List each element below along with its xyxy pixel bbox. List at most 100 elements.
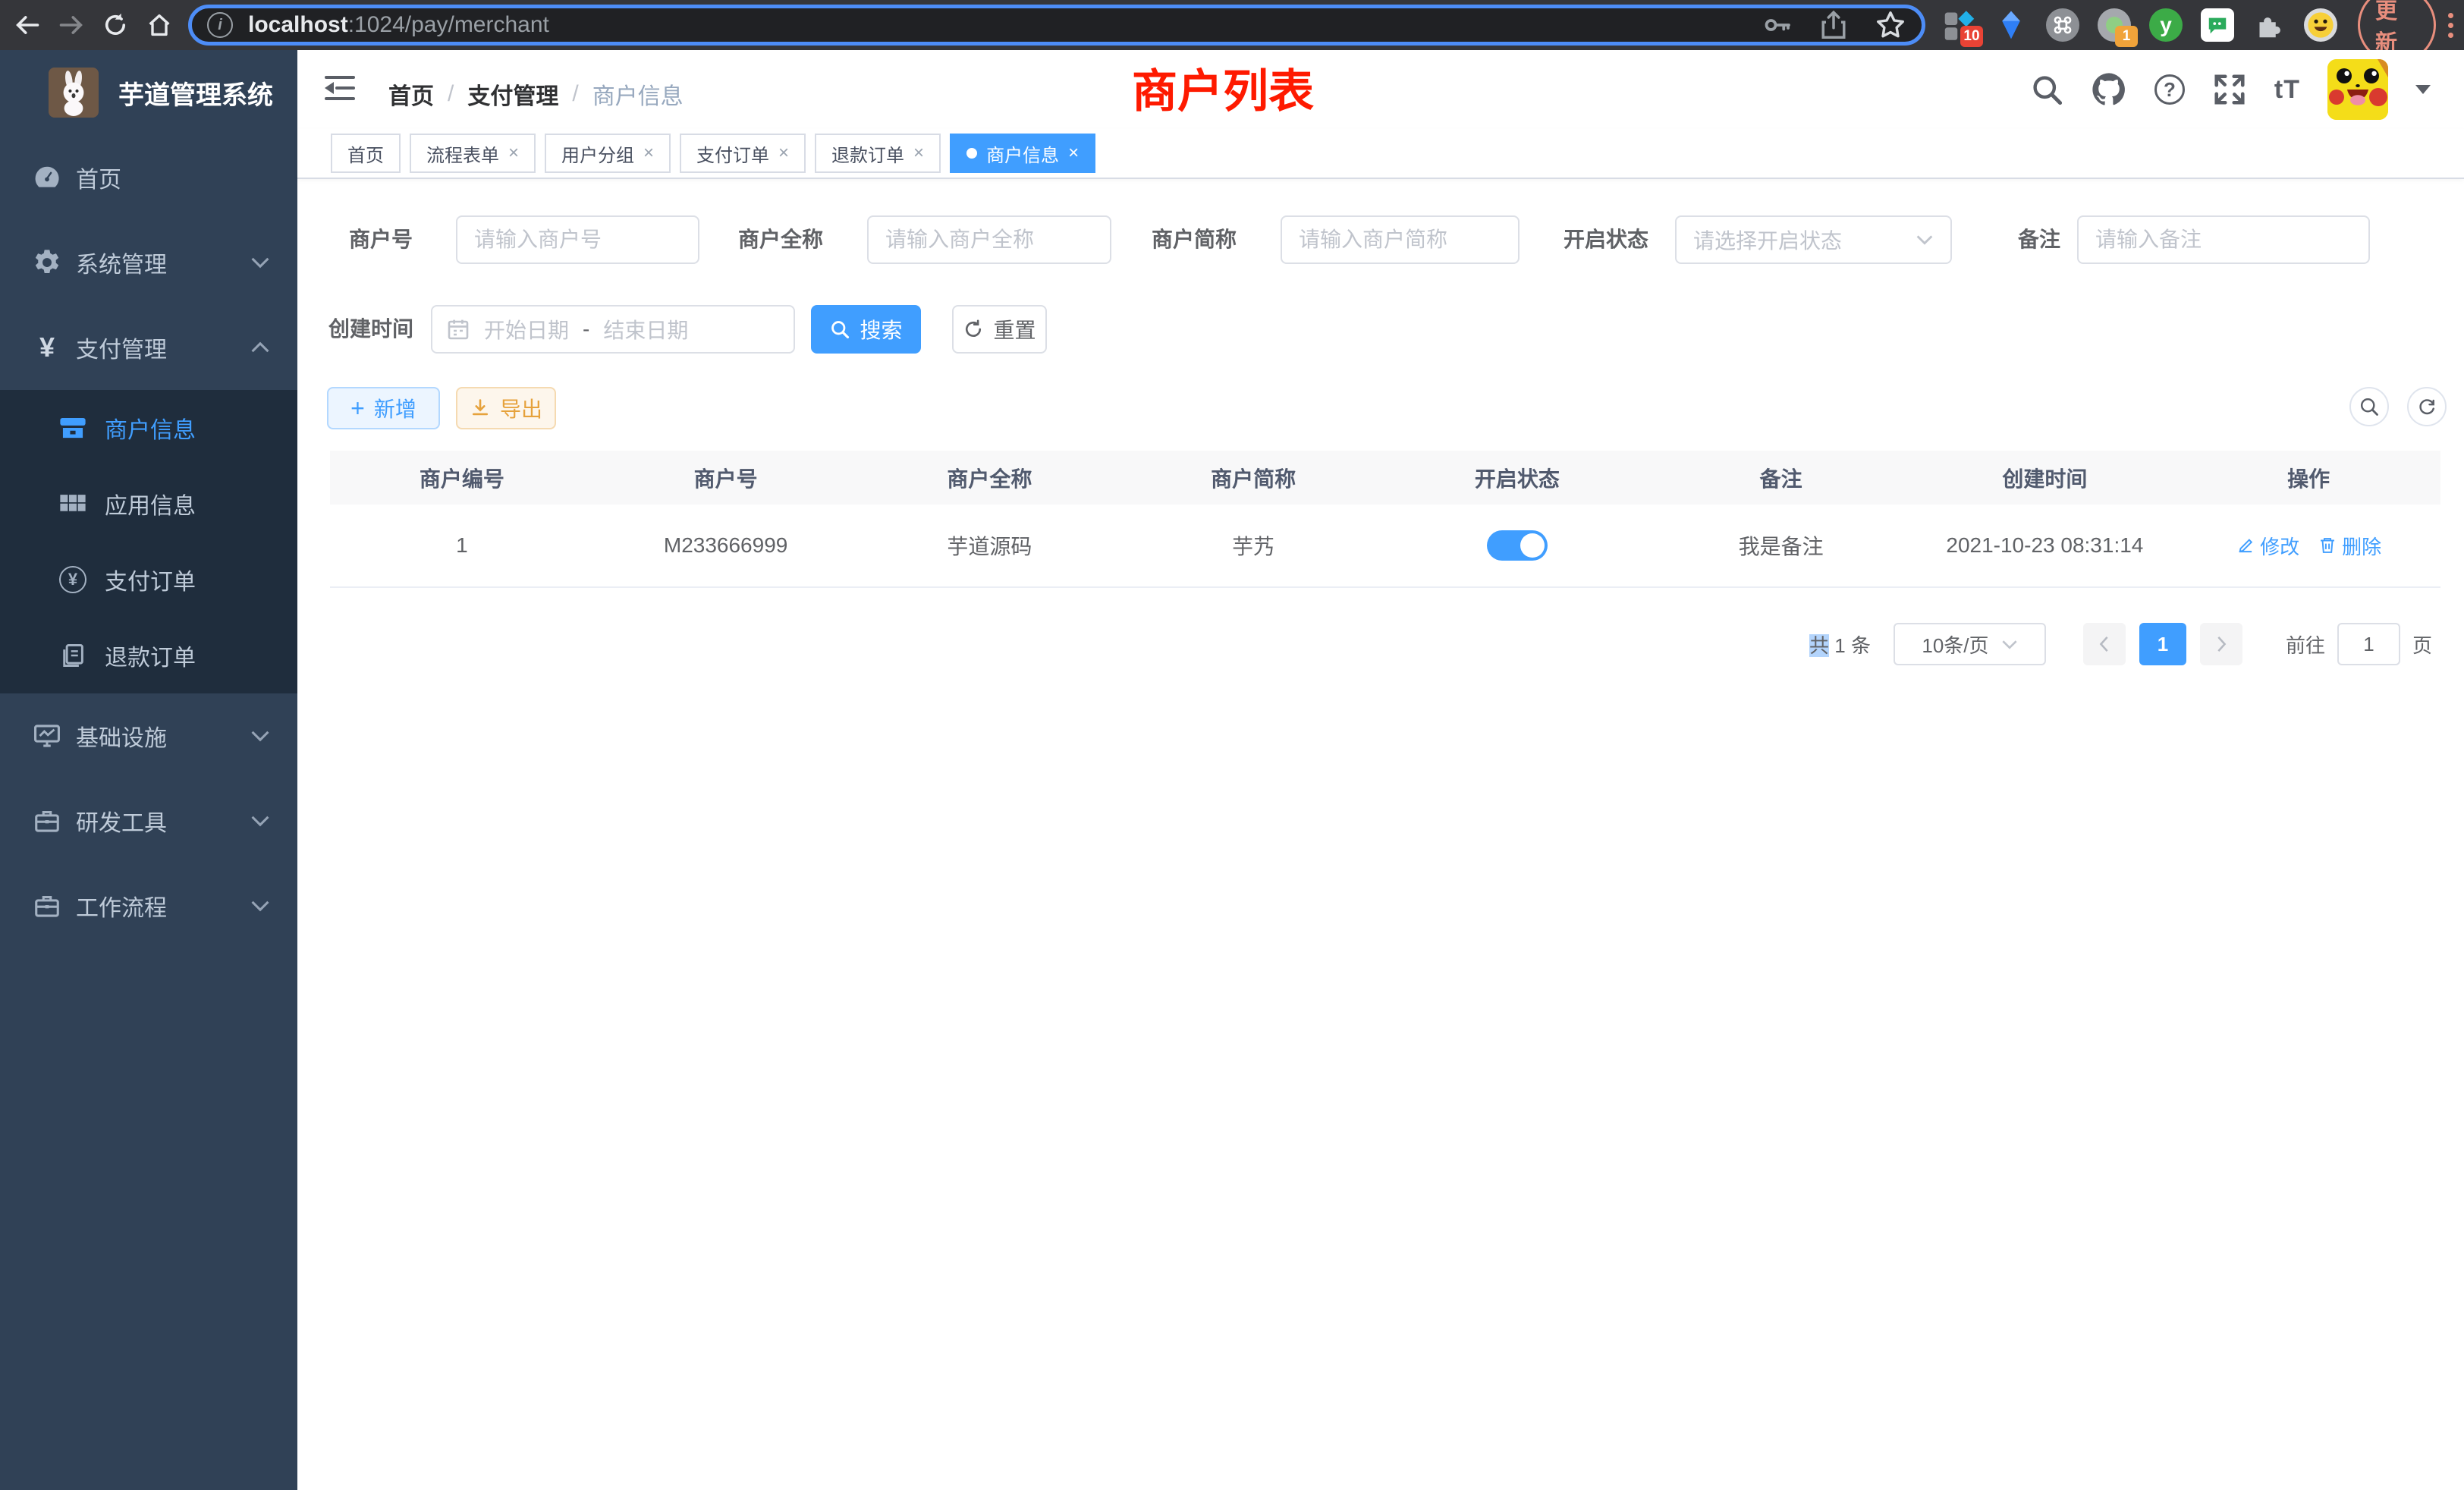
page-size-select[interactable]: 10条/页 [1894,623,2046,665]
filter-label-full-name: 商户全称 [738,215,823,264]
sidebar-item-pay-order[interactable]: ¥ 支付订单 [0,542,297,618]
breadcrumb-separator: / [572,81,578,107]
add-button[interactable]: + 新增 [327,387,440,429]
payment-submenu: 商户信息 应用信息 ¥ 支付订单 退款订单 [0,390,297,693]
sidebar-item-home[interactable]: 首页 [0,135,297,220]
app-logo-rabbit-image [49,68,99,118]
browser-forward-button[interactable] [55,8,88,42]
goto-label: 前往 [2286,630,2325,659]
chevron-down-icon [250,900,270,912]
tab-user-group[interactable]: 用户分组× [545,134,671,173]
browser-back-button[interactable] [11,8,44,42]
tab-merchant-info[interactable]: 商户信息× [950,134,1095,173]
font-size-icon[interactable]: tT [2274,75,2300,105]
page-annotation-title: 商户列表 [1132,55,1314,121]
page-number-button[interactable]: 1 [2139,623,2186,665]
toggle-search-icon-button[interactable] [2349,387,2389,426]
extension-y-icon[interactable]: y [2148,8,2183,42]
sidebar-item-label: 基础设施 [76,719,167,753]
sidebar-item-app-info[interactable]: 应用信息 [0,466,297,542]
close-icon[interactable]: × [913,143,924,164]
avatar-caret-down-icon[interactable] [2415,85,2431,94]
breadcrumb-section[interactable]: 支付管理 [467,77,558,111]
browser-home-button[interactable] [143,8,176,42]
toolbox-icon [32,891,62,921]
search-button[interactable]: 搜索 [811,305,921,354]
status-toggle[interactable] [1487,530,1548,561]
extension-command-icon[interactable] [2045,8,2080,42]
bookmark-star-icon[interactable] [1875,9,1906,41]
address-bar[interactable]: i localhost:1024/pay/merchant [188,5,1925,46]
pagination-total: 共 1 条 [1809,630,1871,659]
password-key-icon[interactable] [1762,10,1793,40]
calendar-icon [446,317,470,341]
status-select[interactable]: 请选择开启状态 [1675,215,1952,264]
sidebar: 芋道管理系统 首页 系统管理 ¥ 支付管理 商户信息 [0,50,297,1490]
col-short-name: 商户简称 [1121,451,1385,505]
extension-blocks-icon[interactable]: 10 [1942,8,1977,42]
sidebar-collapse-icon[interactable] [325,76,355,102]
tab-home[interactable]: 首页 [331,134,401,173]
help-icon[interactable]: ? [2154,74,2185,105]
full-name-input[interactable] [867,215,1111,264]
tab-refund-order[interactable]: 退款订单× [815,134,941,173]
filter-label-create-time: 创建时间 [328,305,413,354]
toolbox-icon [32,806,62,836]
sidebar-item-workflow[interactable]: 工作流程 [0,863,297,948]
profile-emoji-icon[interactable] [2303,8,2338,42]
extension-proxy-icon[interactable]: 1 [2097,8,2132,42]
fullscreen-icon[interactable] [2212,72,2247,107]
sidebar-item-refund-order[interactable]: 退款订单 [0,618,297,693]
sidebar-item-merchant-info[interactable]: 商户信息 [0,390,297,466]
browser-toolbar: i localhost:1024/pay/merchant 10 [0,0,2464,50]
sidebar-item-label: 首页 [76,161,121,194]
plus-icon: + [350,395,365,423]
delete-link[interactable]: 删除 [2318,532,2381,560]
short-name-input[interactable] [1281,215,1520,264]
create-time-range-picker[interactable]: 开始日期 - 结束日期 [431,305,795,354]
github-icon[interactable] [2091,71,2127,108]
share-icon[interactable] [1818,10,1849,40]
merchant-no-input[interactable] [456,215,699,264]
sidebar-item-label: 支付管理 [76,331,167,364]
reset-button[interactable]: 重置 [952,305,1047,354]
tab-process-form[interactable]: 流程表单× [410,134,536,173]
export-button[interactable]: 导出 [456,387,556,429]
document-icon [58,640,88,671]
sidebar-item-dev-tools[interactable]: 研发工具 [0,778,297,863]
col-create-time: 创建时间 [1913,451,2177,505]
chevron-down-icon [250,256,270,269]
close-icon[interactable]: × [643,143,654,164]
site-info-icon[interactable]: i [207,12,233,38]
refresh-icon-button[interactable] [2407,387,2447,426]
next-page-button[interactable] [2200,623,2242,665]
extensions-puzzle-icon[interactable] [2252,8,2286,42]
app-logo-row[interactable]: 芋道管理系统 [0,50,297,135]
extension-gem-icon[interactable] [1994,8,2029,42]
extension-badge: 10 [1960,26,1983,47]
sidebar-item-payment[interactable]: ¥ 支付管理 [0,305,297,390]
breadcrumb-home[interactable]: 首页 [388,77,434,111]
extension-chat-icon[interactable] [2200,8,2235,42]
browser-menu-icon[interactable] [2448,13,2453,38]
edit-link[interactable]: 修改 [2236,532,2299,560]
yen-circle-icon: ¥ [58,564,88,595]
tab-pay-order[interactable]: 支付订单× [680,134,806,173]
chevron-down-icon [250,730,270,742]
close-icon[interactable]: × [778,143,789,164]
header-search-icon[interactable] [2030,73,2063,106]
user-avatar[interactable] [2327,59,2388,120]
close-icon[interactable]: × [508,143,519,164]
browser-reload-button[interactable] [99,8,132,42]
cell-full-name: 芋道源码 [858,505,1122,586]
goto-page-input[interactable] [2337,623,2400,665]
col-status: 开启状态 [1385,451,1649,505]
breadcrumb-separator: / [448,81,454,107]
gear-icon [32,247,62,278]
sidebar-item-system[interactable]: 系统管理 [0,220,297,305]
prev-page-button[interactable] [2083,623,2126,665]
sidebar-item-infrastructure[interactable]: 基础设施 [0,693,297,778]
remark-input[interactable] [2077,215,2370,264]
close-icon[interactable]: × [1068,143,1079,164]
col-full-name: 商户全称 [858,451,1122,505]
